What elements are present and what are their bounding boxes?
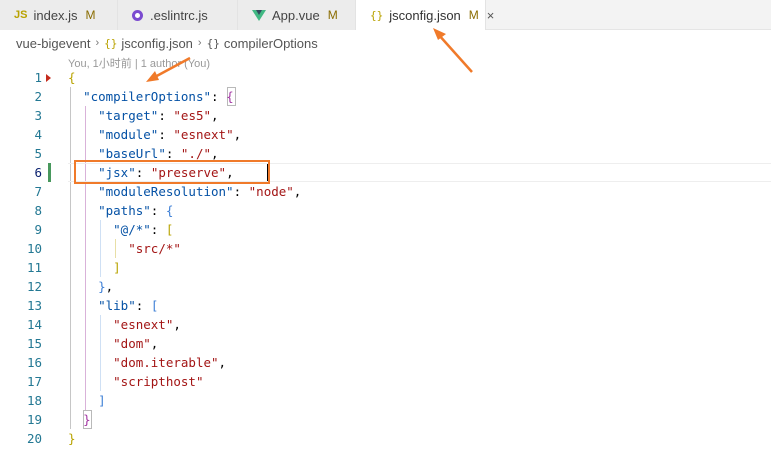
annotation-arrow-icon (146, 28, 473, 82)
